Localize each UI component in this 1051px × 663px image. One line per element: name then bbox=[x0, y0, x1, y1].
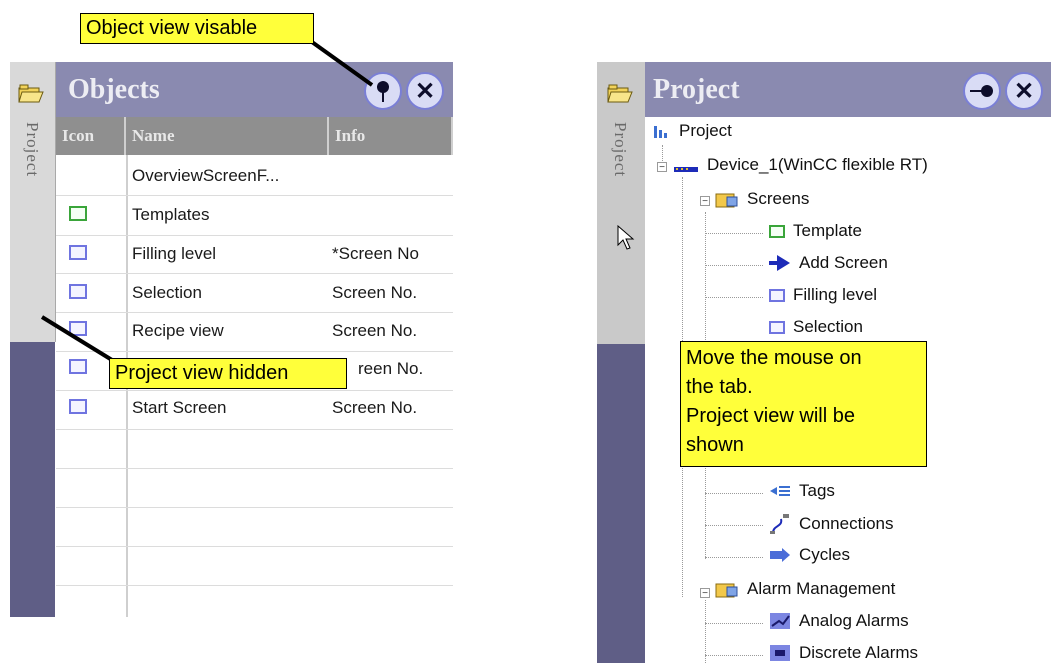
screen-icon bbox=[69, 245, 87, 260]
tree-label: Alarm Management bbox=[747, 579, 896, 598]
tree-label: Selection bbox=[793, 317, 863, 336]
folder-open-icon bbox=[607, 84, 633, 103]
callout-move-mouse: Move the mouse on the tab. Project view … bbox=[680, 341, 927, 467]
tree-label: Filling level bbox=[793, 285, 878, 304]
item-info: Screen No. bbox=[332, 283, 418, 302]
tree-label: Tags bbox=[799, 481, 835, 500]
tree-label: Template bbox=[793, 221, 862, 240]
callout-line: the tab. bbox=[686, 376, 753, 398]
item-info: *Screen No bbox=[332, 244, 419, 263]
close-icon: ✕ bbox=[1013, 77, 1035, 105]
close-button[interactable]: ✕ bbox=[1005, 72, 1043, 110]
mouse-cursor-icon bbox=[617, 225, 635, 250]
tree-item-filling-level[interactable]: Filling level bbox=[769, 285, 877, 305]
pin-button[interactable] bbox=[364, 72, 402, 110]
tree-item-connections[interactable]: Connections bbox=[769, 513, 894, 535]
project-icon bbox=[654, 126, 667, 138]
collapse-toggle[interactable]: − bbox=[700, 588, 710, 599]
tree-item-alarm-management[interactable]: Alarm Management bbox=[715, 579, 895, 599]
folder-screens-icon bbox=[715, 193, 738, 208]
add-screen-icon bbox=[769, 255, 790, 271]
project-header: Project ✕ bbox=[645, 62, 1051, 117]
tree-item-discrete-alarms[interactable]: Discrete Alarms bbox=[769, 643, 918, 663]
tree-label: Discrete Alarms bbox=[799, 643, 919, 662]
tags-icon bbox=[770, 486, 790, 496]
discrete-alarm-icon bbox=[770, 645, 790, 661]
objects-title: Objects bbox=[68, 74, 160, 105]
tree-item-cycles[interactable]: Cycles bbox=[769, 545, 850, 565]
item-name: Templates bbox=[132, 205, 210, 224]
device-icon bbox=[674, 167, 698, 172]
item-name: Start Screen bbox=[132, 398, 227, 417]
tree-label: Add Screen bbox=[799, 253, 888, 272]
left-project-tab-label: Project bbox=[23, 122, 42, 178]
item-name: Filling level bbox=[132, 244, 217, 263]
screen-icon bbox=[69, 321, 87, 336]
analog-alarm-icon bbox=[770, 613, 790, 629]
item-name: Recipe view bbox=[132, 321, 224, 340]
close-button[interactable]: ✕ bbox=[406, 72, 444, 110]
column-header-info[interactable]: Info bbox=[329, 117, 453, 155]
tree-item-add-screen[interactable]: Add Screen bbox=[769, 253, 888, 273]
tree-item-selection[interactable]: Selection bbox=[769, 317, 863, 337]
unpin-button[interactable] bbox=[963, 72, 1001, 110]
project-title: Project bbox=[653, 74, 740, 105]
callout-line: Move the mouse on bbox=[686, 347, 862, 369]
column-header-icon[interactable]: Icon bbox=[56, 117, 126, 155]
template-screen-icon bbox=[769, 224, 785, 238]
right-project-tab-label: Project bbox=[611, 122, 630, 178]
objects-header: Objects ✕ bbox=[56, 62, 453, 117]
tree-label: Connections bbox=[799, 514, 894, 533]
pin-icon bbox=[377, 81, 389, 102]
tree-label: Cycles bbox=[799, 545, 851, 564]
screen-icon bbox=[769, 320, 785, 334]
tree-item-device[interactable]: Device_1(WinCC flexible RT) bbox=[673, 155, 928, 175]
item-info: Screen No. bbox=[332, 321, 418, 340]
folder-open-icon bbox=[18, 84, 44, 103]
tree-label: Analog Alarms bbox=[799, 611, 909, 630]
callout-line: shown bbox=[686, 434, 744, 456]
tree-item-analog-alarms[interactable]: Analog Alarms bbox=[769, 611, 909, 631]
template-screen-icon bbox=[69, 206, 87, 221]
tree-item-template[interactable]: Template bbox=[769, 221, 862, 241]
item-info: Screen No. bbox=[332, 398, 418, 417]
tree-item-tags[interactable]: Tags bbox=[769, 481, 835, 501]
collapse-toggle[interactable]: − bbox=[700, 196, 710, 207]
screen-icon bbox=[69, 399, 87, 414]
screen-icon bbox=[69, 284, 87, 299]
item-info: reen No. bbox=[358, 359, 424, 378]
pin-horizontal-icon bbox=[970, 85, 993, 97]
folder-alarms-icon bbox=[715, 583, 738, 598]
tree-label: Project bbox=[679, 121, 732, 140]
tree-label: Device_1(WinCC flexible RT) bbox=[707, 155, 928, 174]
tree-label: Screens bbox=[747, 189, 810, 208]
screen-icon bbox=[769, 288, 785, 302]
callout-project-hidden: Project view hidden bbox=[109, 358, 347, 389]
column-header-name[interactable]: Name bbox=[126, 117, 329, 155]
callout-object-view: Object view visable bbox=[80, 13, 314, 44]
tree-item-screens[interactable]: Screens bbox=[715, 189, 809, 209]
left-project-tab[interactable]: Project bbox=[10, 62, 56, 342]
item-name: OverviewScreenF... bbox=[132, 166, 280, 185]
connections-icon bbox=[770, 514, 789, 534]
item-name: Selection bbox=[132, 283, 202, 302]
screen-icon bbox=[69, 359, 87, 374]
close-icon: ✕ bbox=[414, 77, 436, 105]
callout-line: Project view will be bbox=[686, 405, 855, 427]
tree-item-project[interactable]: Project bbox=[653, 121, 732, 141]
cycles-icon bbox=[770, 548, 790, 562]
collapse-toggle[interactable]: − bbox=[657, 162, 667, 173]
right-project-tab[interactable]: Project bbox=[597, 62, 646, 344]
